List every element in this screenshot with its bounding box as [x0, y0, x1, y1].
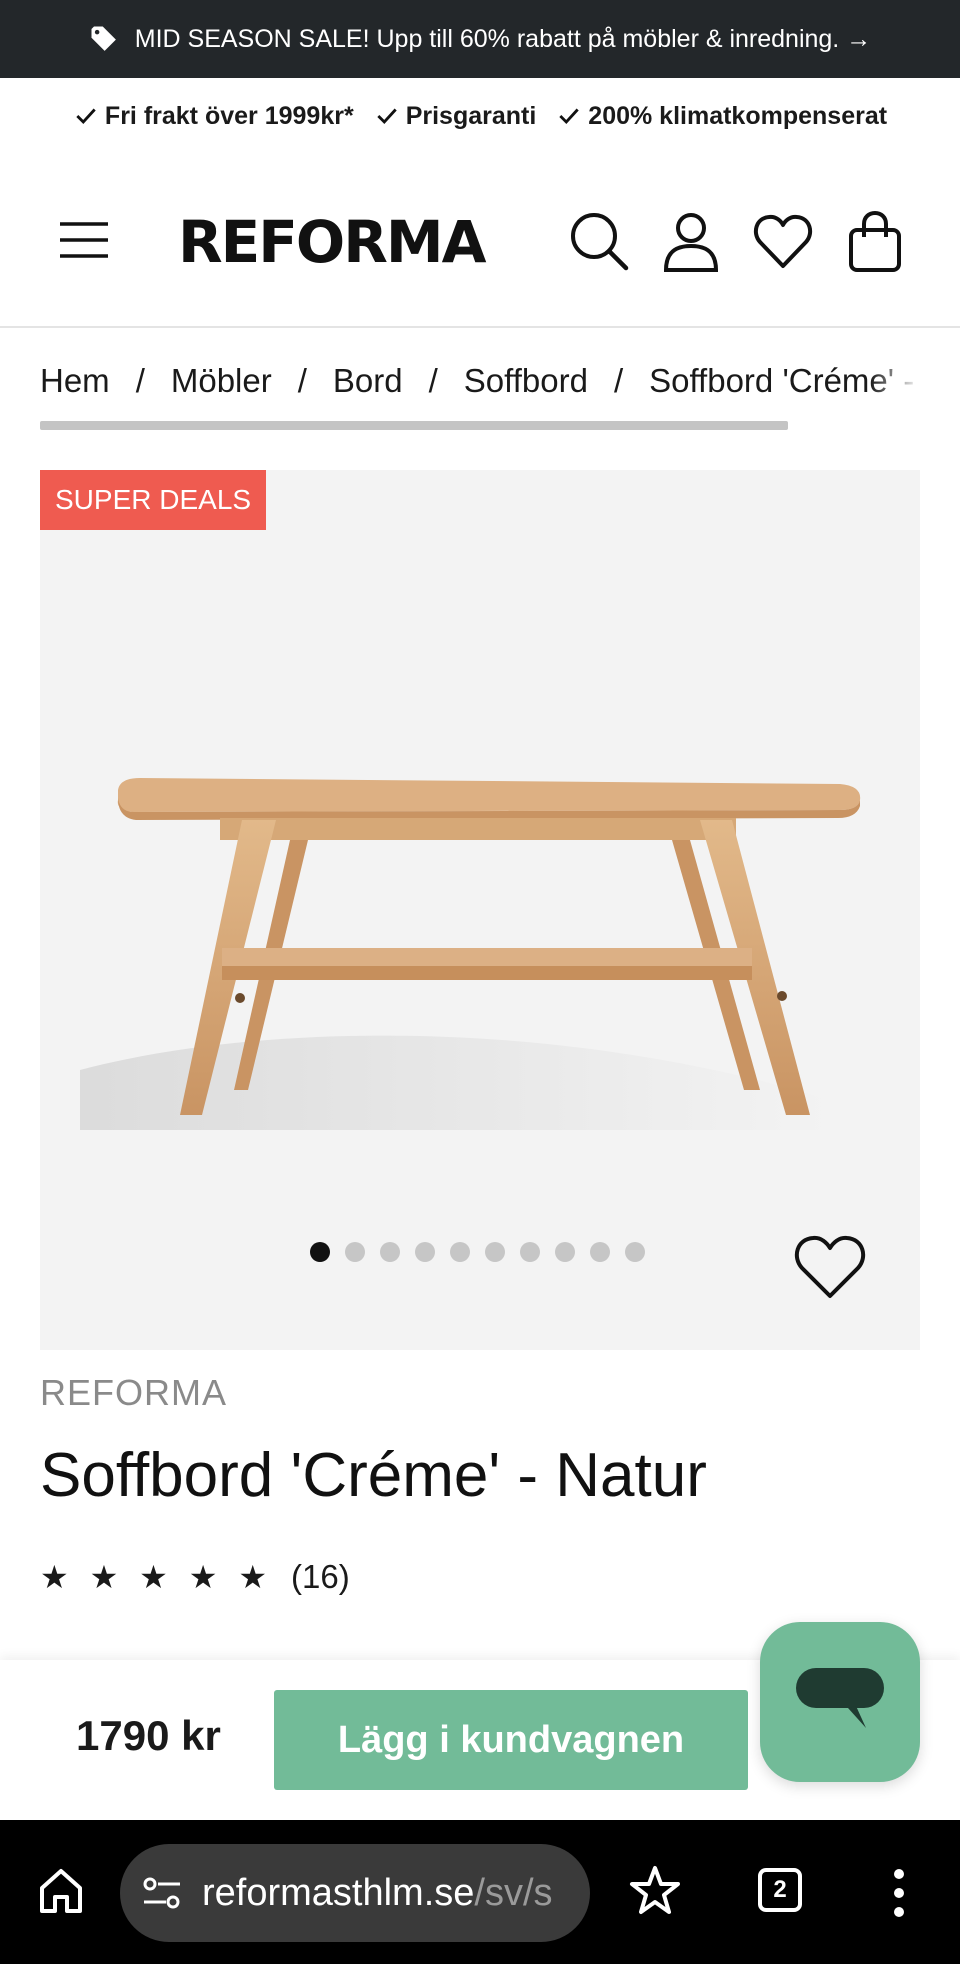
- account-icon[interactable]: [660, 210, 722, 272]
- product-price: 1790 kr: [76, 1712, 221, 1759]
- product-title: Soffbord 'Créme' - Natur: [40, 1441, 707, 1510]
- chat-bubble-icon: [796, 1668, 884, 1728]
- breadcrumb-separator: /: [428, 362, 438, 399]
- shopping-bag-icon[interactable]: [844, 210, 906, 272]
- menu-icon[interactable]: [56, 212, 112, 268]
- promo-text: MID SEASON SALE! Upp till 60% rabatt på …: [134, 24, 872, 53]
- usp-label: Prisgaranti: [405, 101, 537, 130]
- breadcrumb: Hem / Möbler / Bord / Soffbord / Soffbord 'Créme…: [40, 362, 920, 422]
- add-to-cart-button[interactable]: Lägg i kundvagnen: [274, 1690, 748, 1790]
- breadcrumb-separator: /: [297, 362, 307, 399]
- usp-item-climate: 200% klimatkompenserat: [556, 102, 887, 131]
- tab-switcher-button[interactable]: 2: [758, 1868, 802, 1912]
- gallery-dot[interactable]: [310, 1242, 330, 1262]
- more-options-icon[interactable]: [884, 1866, 914, 1920]
- rating-stars: ★ ★ ★ ★ ★: [40, 1559, 273, 1595]
- breadcrumb-separator: /: [613, 362, 624, 399]
- usp-label: 200% klimatkompenserat: [588, 101, 888, 130]
- address-bar[interactable]: reformasthlm.se/sv/s: [120, 1844, 590, 1942]
- usp-row: Fri frakt över 1999kr* Prisgaranti 200% …: [0, 92, 960, 140]
- tag-icon: [89, 24, 119, 54]
- site-logo[interactable]: REFORMA: [178, 208, 486, 276]
- check-icon: [377, 108, 397, 124]
- url-path: /sv/s: [474, 1871, 553, 1914]
- product-brand[interactable]: REFORMA: [40, 1372, 227, 1414]
- product-rating[interactable]: ★ ★ ★ ★ ★ (16): [40, 1558, 350, 1596]
- url-host: reformasthlm.se: [202, 1871, 475, 1914]
- breadcrumb-item-home[interactable]: Hem: [40, 362, 110, 400]
- wishlist-heart-icon[interactable]: [792, 1232, 868, 1302]
- check-icon: [559, 108, 580, 124]
- site-header: REFORMA: [0, 160, 960, 328]
- review-count: (16): [291, 1558, 350, 1595]
- breadcrumb-fade: [870, 362, 920, 412]
- gallery-dot[interactable]: [625, 1242, 645, 1262]
- gallery-dot[interactable]: [555, 1242, 575, 1262]
- gallery-dot[interactable]: [485, 1242, 505, 1262]
- breadcrumb-item-coffee-tables[interactable]: Soffbord: [464, 362, 588, 400]
- heart-icon[interactable]: [752, 210, 814, 272]
- gallery-dot[interactable]: [450, 1242, 470, 1262]
- breadcrumb-item-furniture[interactable]: Möbler: [171, 362, 272, 400]
- usp-item-free-shipping: Fri frakt över 1999kr*: [73, 102, 354, 131]
- check-icon: [76, 108, 96, 124]
- promo-banner[interactable]: MID SEASON SALE! Upp till 60% rabatt på …: [0, 0, 960, 78]
- gallery-dot[interactable]: [345, 1242, 365, 1262]
- gallery-pagination: [310, 1242, 645, 1262]
- site-settings-icon[interactable]: [140, 1871, 184, 1915]
- home-icon[interactable]: [36, 1866, 86, 1916]
- gallery-dot[interactable]: [520, 1242, 540, 1262]
- product-image: [80, 778, 861, 1130]
- bookmark-star-icon[interactable]: [628, 1864, 682, 1918]
- breadcrumb-scrollbar[interactable]: [40, 421, 788, 430]
- usp-label: Fri frakt över 1999kr*: [104, 101, 354, 130]
- breadcrumb-separator: /: [135, 362, 145, 399]
- breadcrumb-item-tables[interactable]: Bord: [333, 362, 403, 400]
- product-gallery[interactable]: SUPER DEALS: [40, 470, 920, 1350]
- gallery-dot[interactable]: [590, 1242, 610, 1262]
- browser-toolbar: reformasthlm.se/sv/s 2: [0, 1820, 960, 1964]
- gallery-dot[interactable]: [415, 1242, 435, 1262]
- super-deals-badge: SUPER DEALS: [40, 470, 267, 530]
- chat-button[interactable]: [760, 1622, 920, 1782]
- usp-item-price-guarantee: Prisgaranti: [374, 101, 537, 131]
- search-icon[interactable]: [568, 210, 630, 272]
- gallery-dot[interactable]: [380, 1242, 400, 1262]
